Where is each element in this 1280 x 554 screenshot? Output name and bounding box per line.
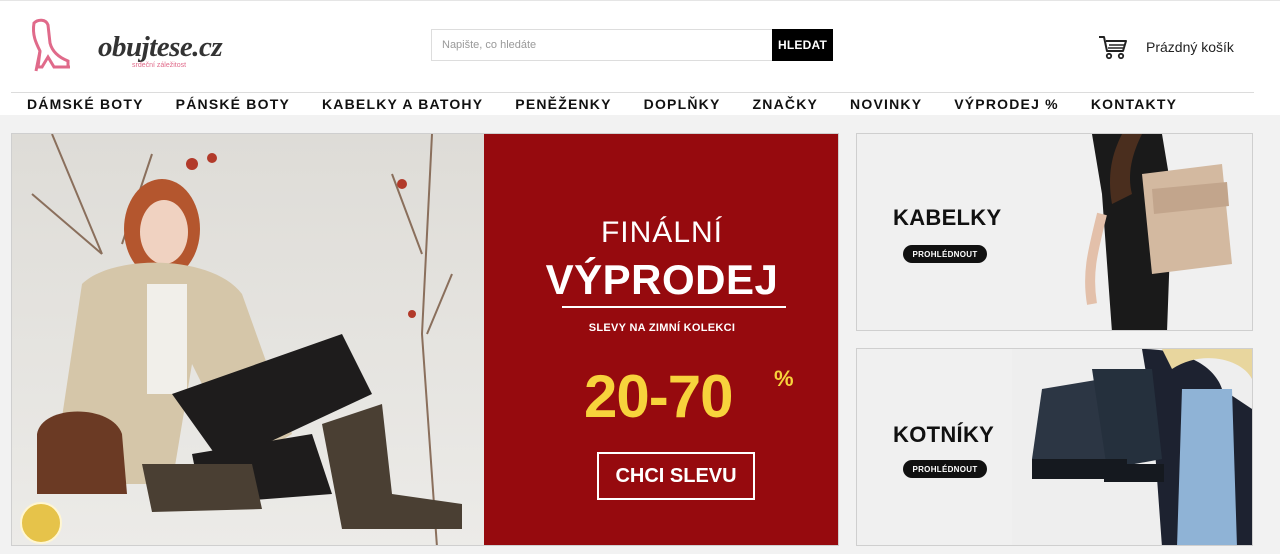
hero-line-1: FINÁLNÍ [600, 216, 724, 249]
nav-item-doplnky[interactable]: DOPLŇKY [644, 96, 721, 112]
hero-line-2: VÝPRODEJ [545, 256, 779, 303]
backpack-model-photo [1032, 134, 1252, 330]
hero-banner[interactable]: FINÁLNÍ VÝPRODEJ SLEVY NA ZIMNÍ KOLEKCI … [11, 133, 839, 546]
nav-item-novinky[interactable]: NOVINKY [850, 96, 922, 112]
main-nav: DÁMSKÉ BOTY PÁNSKÉ BOTY KABELKY A BATOHY… [27, 96, 1209, 112]
nav-item-penezenky[interactable]: PENĚŽENKY [515, 96, 611, 112]
cart-icon [1099, 36, 1127, 60]
hero-promo-panel: FINÁLNÍ VÝPRODEJ SLEVY NA ZIMNÍ KOLEKCI … [484, 134, 838, 545]
cart-link[interactable]: Prázdný košík [1098, 33, 1234, 61]
hero-subtitle: SLEVY NA ZIMNÍ KOLEKCI [588, 322, 736, 334]
search-button[interactable]: HLEDAT [772, 29, 833, 61]
nav-item-vyprodej[interactable]: VÝPRODEJ % [954, 96, 1059, 112]
boots-model-photo [1012, 349, 1252, 545]
nav-item-damske-boty[interactable]: DÁMSKÉ BOTY [27, 96, 144, 112]
site-header: obujtese.cz srdeční záležitost HLEDAT Pr… [0, 0, 1280, 115]
high-heel-logo-icon [32, 18, 70, 72]
site-logo[interactable]: obujtese.cz srdeční záležitost [28, 17, 223, 75]
prohlednout-button[interactable]: PROHLÉDNOUT [903, 245, 987, 263]
nav-item-kontakty[interactable]: KONTAKTY [1091, 96, 1177, 112]
card-title: KOTNÍKY [893, 422, 995, 447]
search-input[interactable] [431, 29, 772, 61]
nav-divider [11, 92, 1254, 93]
logo-tagline: srdeční záležitost [132, 62, 187, 69]
hero-model-photo [12, 134, 484, 545]
category-card-kotniky[interactable]: KOTNÍKY PROHLÉDNOUT [856, 348, 1253, 546]
hero-discount: 20-70 [584, 363, 733, 430]
nav-item-kabelky-a-batohy[interactable]: KABELKY A BATOHY [322, 96, 483, 112]
logo-wordmark: obujtese.cz [98, 31, 223, 63]
verified-badge-icon[interactable] [20, 502, 62, 544]
prohlednout-button[interactable]: PROHLÉDNOUT [903, 460, 987, 478]
cart-label: Prázdný košík [1146, 39, 1234, 55]
card-title: KABELKY [893, 205, 1002, 230]
nav-item-panske-boty[interactable]: PÁNSKÉ BOTY [176, 96, 290, 112]
nav-item-znacky[interactable]: ZNAČKY [753, 96, 819, 112]
category-card-kabelky[interactable]: KABELKY PROHLÉDNOUT [856, 133, 1253, 331]
hero-divider [562, 306, 786, 308]
hero-discount-sign: % [774, 366, 794, 391]
chci-slevu-button[interactable]: CHCI SLEVU [597, 452, 755, 500]
search-bar: HLEDAT [431, 29, 833, 61]
